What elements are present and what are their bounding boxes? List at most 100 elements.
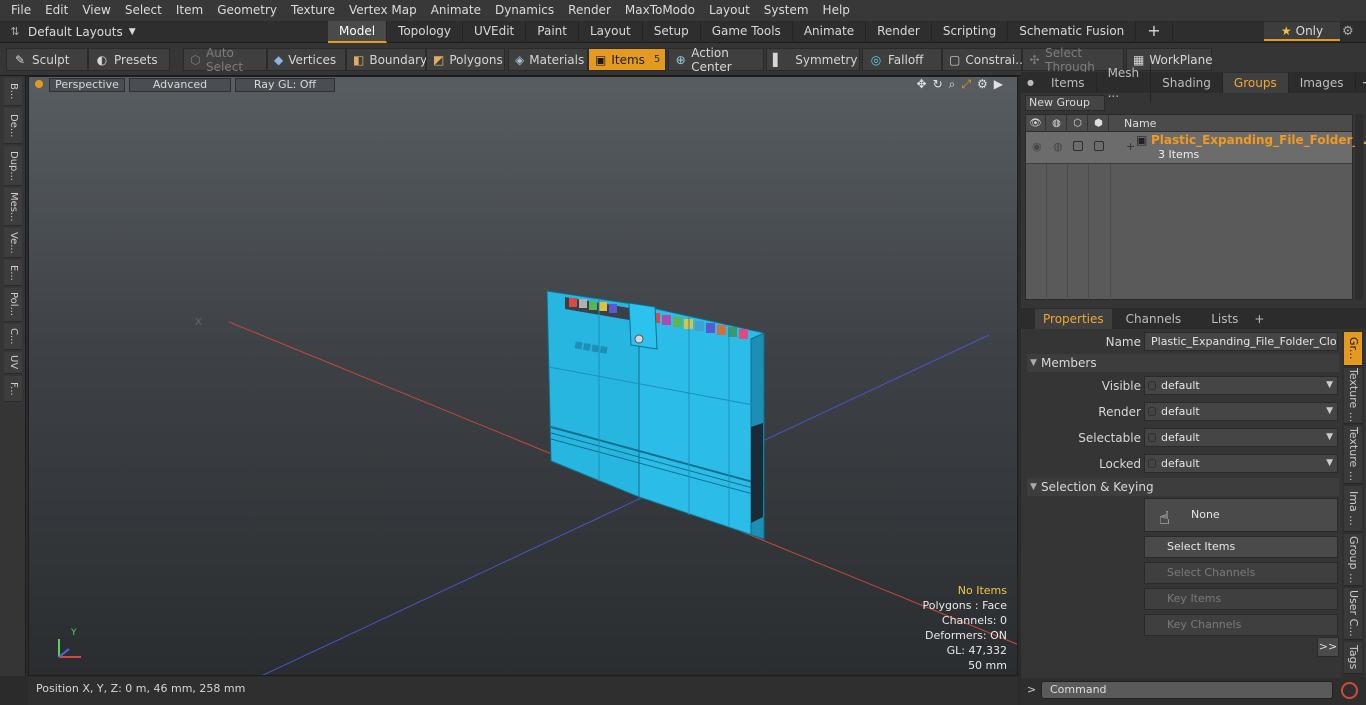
groups-scrollbar[interactable]	[1355, 114, 1363, 300]
menu-view[interactable]: View	[75, 0, 117, 21]
vtab-texture-2[interactable]: Texture ...	[1344, 426, 1362, 484]
tab-properties[interactable]: Properties	[1035, 308, 1112, 329]
layout-selector[interactable]: ⇅ Default Layouts ▼	[8, 23, 135, 41]
tab-groups[interactable]: Groups	[1222, 72, 1289, 93]
new-group-button[interactable]: New Group	[1025, 95, 1105, 111]
advanced-button[interactable]: Advanced	[129, 78, 231, 92]
tab-images[interactable]: Images	[1289, 72, 1356, 93]
fit-view-icon[interactable]: ⤢	[961, 77, 971, 92]
menu-item[interactable]: Item	[169, 0, 210, 21]
vtab-group-2[interactable]: Group ...	[1344, 534, 1362, 586]
select-channels-button[interactable]: Select Channels	[1144, 562, 1338, 584]
falloff-button[interactable]: ◎ Falloff	[862, 48, 942, 71]
raygl-button[interactable]: Ray GL: Off	[235, 78, 335, 92]
sculpt-button[interactable]: ✎ Sculpt	[6, 48, 88, 71]
left-tab-duplicate[interactable]: Dup...	[4, 146, 22, 186]
eye-icon[interactable]: 👁	[1026, 115, 1046, 132]
left-tab-basic[interactable]: B...	[4, 78, 22, 106]
key-channels-button[interactable]: Key Channels	[1144, 614, 1338, 636]
render-select[interactable]: default ▼	[1144, 402, 1338, 421]
boundary-button[interactable]: ◧ Boundary	[346, 48, 427, 71]
auto-select-button[interactable]: ⬡ Auto Select	[183, 46, 267, 74]
lock-cube-icon[interactable]: ⬢	[1089, 115, 1109, 132]
tab-scripting[interactable]: Scripting	[932, 21, 1009, 43]
locked-select[interactable]: default ▼	[1144, 454, 1338, 473]
tab-lists[interactable]: Lists	[1203, 309, 1246, 329]
vtab-tags[interactable]: Tags	[1344, 642, 1362, 674]
render-icon[interactable]: ◍	[1047, 115, 1067, 132]
move-view-icon[interactable]: ✥	[917, 77, 927, 92]
tab-setup[interactable]: Setup	[643, 21, 701, 43]
left-tab-uv[interactable]: UV	[4, 352, 22, 374]
vtab-texture-1[interactable]: Texture ...	[1344, 368, 1362, 424]
vtab-group[interactable]: Gr...	[1344, 332, 1362, 366]
members-section[interactable]: ▼ Members	[1027, 354, 1339, 372]
tab-game-tools[interactable]: Game Tools	[701, 21, 793, 43]
menu-vertex-map[interactable]: Vertex Map	[342, 0, 424, 21]
panel-dot-icon[interactable]: ●	[1027, 78, 1034, 87]
tab-layout[interactable]: Layout	[579, 21, 643, 43]
menu-geometry[interactable]: Geometry	[210, 0, 284, 21]
materials-button[interactable]: ◈ Materials	[508, 48, 588, 71]
add-tab-plus-icon[interactable]: +	[1136, 21, 1173, 43]
viewport-settings-gear-icon[interactable]: ⚙	[977, 77, 988, 92]
menu-select[interactable]: Select	[118, 0, 169, 21]
row-lock-checkbox[interactable]	[1094, 141, 1104, 151]
menu-edit[interactable]: Edit	[38, 0, 75, 21]
row-eye-icon[interactable]: ◉	[1032, 140, 1042, 153]
tab-render[interactable]: Render	[866, 21, 932, 43]
left-tab-vertex[interactable]: Ve...	[4, 228, 22, 258]
expand-plus-icon[interactable]: +	[1126, 140, 1135, 153]
select-cube-icon[interactable]: ⬡	[1068, 115, 1088, 132]
left-tab-edge[interactable]: E...	[4, 260, 22, 286]
name-field[interactable]: Plastic_Expanding_File_Folder_Closed	[1144, 332, 1338, 351]
record-macro-icon[interactable]	[1341, 682, 1358, 699]
tab-topology[interactable]: Topology	[387, 21, 464, 43]
none-button[interactable]: ☝ None	[1144, 498, 1338, 532]
action-center-button[interactable]: ⊕ Action Center	[668, 46, 764, 74]
left-tab-curve[interactable]: C...	[4, 324, 22, 350]
row-render-icon[interactable]: ◍	[1053, 140, 1063, 153]
add-panel-tab-plus-icon[interactable]: +	[1356, 73, 1366, 93]
gear-icon[interactable]: ⚙	[1342, 24, 1354, 39]
name-column-header[interactable]: Name	[1112, 115, 1156, 132]
vtab-image[interactable]: Ima ...	[1344, 486, 1362, 532]
tab-animate[interactable]: Animate	[793, 21, 867, 43]
more-button[interactable]: >>	[1317, 637, 1339, 657]
tab-uvedit[interactable]: UVEdit	[463, 21, 527, 43]
tab-shading[interactable]: Shading	[1151, 72, 1223, 93]
3d-viewport[interactable]: ■■■■ Perspective Advanced Ray GL: Off ✥ …	[28, 76, 1018, 676]
rotate-view-icon[interactable]: ↻	[933, 77, 943, 92]
items-button[interactable]: ▣ Items 5	[588, 48, 666, 71]
left-tab-mesh[interactable]: Mes...	[4, 188, 22, 226]
menu-render[interactable]: Render	[561, 0, 618, 21]
visible-select[interactable]: default ▼	[1144, 376, 1338, 395]
menu-file[interactable]: File	[4, 0, 38, 21]
menu-layout[interactable]: Layout	[702, 0, 757, 21]
left-tab-fusion[interactable]: F...	[4, 376, 22, 402]
menu-system[interactable]: System	[757, 0, 816, 21]
select-items-button[interactable]: Select Items	[1144, 536, 1338, 558]
constraints-button[interactable]: ▢ Constrai...	[942, 48, 1027, 71]
polygons-button[interactable]: ◩ Polygons	[426, 48, 505, 71]
vtab-user-channels[interactable]: User C...	[1344, 588, 1362, 640]
selectable-select[interactable]: default ▼	[1144, 428, 1338, 447]
tab-items[interactable]: Items	[1040, 72, 1097, 93]
left-tab-polygon[interactable]: Pol...	[4, 288, 22, 322]
tab-paint[interactable]: Paint	[526, 21, 579, 43]
tab-channels[interactable]: Channels	[1118, 309, 1190, 329]
menu-animate[interactable]: Animate	[424, 0, 488, 21]
menu-texture[interactable]: Texture	[284, 0, 342, 21]
command-input[interactable]: Command	[1041, 681, 1333, 699]
menu-help[interactable]: Help	[816, 0, 857, 21]
left-tab-deform[interactable]: De...	[4, 108, 22, 144]
viewport-menu-dot-icon[interactable]	[35, 80, 43, 88]
row-select-checkbox[interactable]	[1073, 141, 1083, 151]
tab-model[interactable]: Model	[328, 21, 388, 43]
symmetry-button[interactable]: ▌ Symmetry	[766, 48, 860, 71]
tab-schematic-fusion[interactable]: Schematic Fusion	[1008, 21, 1137, 43]
add-props-tab-plus-icon[interactable]: +	[1246, 309, 1272, 329]
presets-button[interactable]: ◐ Presets	[88, 48, 170, 71]
zoom-view-icon[interactable]: ⌕	[949, 77, 956, 92]
viewport-expand-arrow-icon[interactable]: ▶	[994, 77, 1003, 92]
